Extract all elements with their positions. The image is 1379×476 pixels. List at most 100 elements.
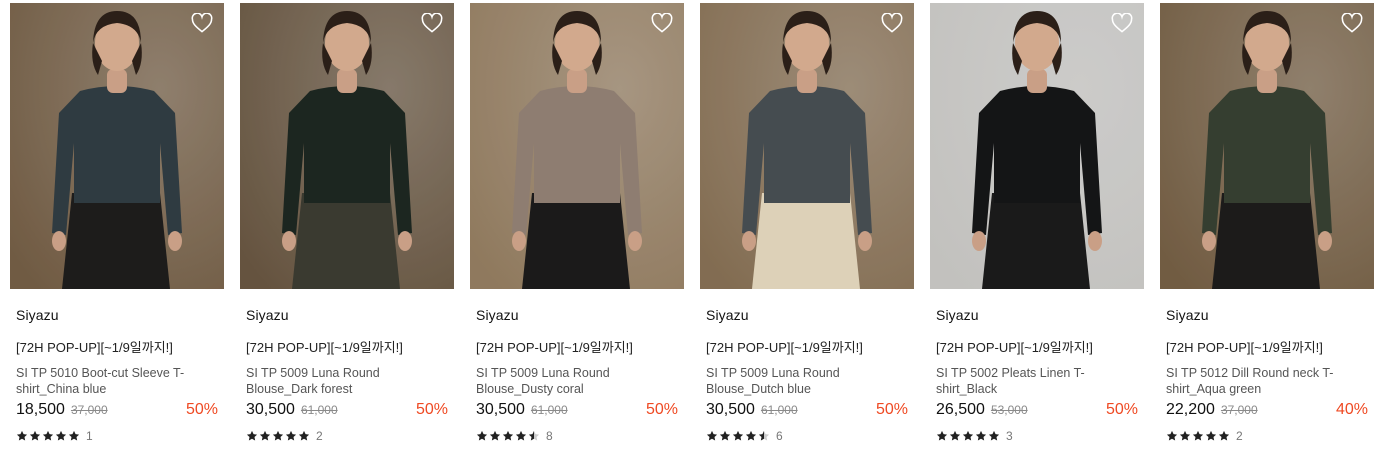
review-count: 2 xyxy=(1236,429,1243,443)
review-count: 3 xyxy=(1006,429,1013,443)
rating-row: 3 xyxy=(930,429,1144,443)
brand-name[interactable]: Siyazu xyxy=(700,307,914,323)
star-icon xyxy=(285,430,297,441)
product-card[interactable]: Siyazu [72H POP-UP][~1/9일까지!] SI TP 5010… xyxy=(10,3,224,443)
star-icon xyxy=(1218,430,1230,441)
product-card[interactable]: Siyazu [72H POP-UP][~1/9일까지!] SI TP 5012… xyxy=(1160,3,1374,443)
promo-label: [72H POP-UP][~1/9일까지!] xyxy=(936,340,1093,355)
star-icon xyxy=(706,430,718,441)
star-icon xyxy=(528,430,540,441)
star-icon xyxy=(936,430,948,441)
price-row: 30,500 61,000 50% xyxy=(470,401,684,423)
product-photo xyxy=(240,3,454,289)
product-image[interactable] xyxy=(1160,3,1374,289)
original-price: 61,000 xyxy=(530,403,568,417)
star-rating xyxy=(706,430,771,442)
star-icon xyxy=(962,430,974,441)
star-rating xyxy=(936,430,1001,442)
discount-rate: 50% xyxy=(875,401,908,418)
discount-rate: 50% xyxy=(185,401,218,418)
star-icon xyxy=(68,430,80,441)
product-card[interactable]: Siyazu [72H POP-UP][~1/9일까지!] SI TP 5009… xyxy=(700,3,914,443)
star-icon xyxy=(975,430,987,441)
heart-outline-icon[interactable] xyxy=(1341,13,1363,33)
product-card[interactable]: Siyazu [72H POP-UP][~1/9일까지!] SI TP 5009… xyxy=(470,3,684,443)
product-image[interactable] xyxy=(240,3,454,289)
star-icon xyxy=(949,430,961,441)
star-icon xyxy=(476,430,488,441)
discount-rate: 50% xyxy=(645,401,678,418)
product-name[interactable]: SI TP 5009 Luna Round Blouse_Dusty coral xyxy=(470,365,684,397)
star-rating xyxy=(476,430,541,442)
star-icon xyxy=(988,430,1000,441)
star-icon xyxy=(29,430,41,441)
promo-label: [72H POP-UP][~1/9일까지!] xyxy=(16,340,173,355)
product-name[interactable]: SI TP 5010 Boot-cut Sleeve T-shirt_China… xyxy=(10,365,224,397)
rating-row: 6 xyxy=(700,429,914,443)
promo-label: [72H POP-UP][~1/9일까지!] xyxy=(1166,340,1323,355)
star-icon xyxy=(16,430,28,441)
heart-outline-icon[interactable] xyxy=(1111,13,1133,33)
promo-label: [72H POP-UP][~1/9일까지!] xyxy=(246,340,403,355)
brand-name[interactable]: Siyazu xyxy=(240,307,454,323)
brand-name[interactable]: Siyazu xyxy=(1160,307,1374,323)
review-count: 6 xyxy=(776,429,783,443)
star-icon xyxy=(502,430,514,441)
product-photo xyxy=(1160,3,1374,289)
review-count: 8 xyxy=(546,429,553,443)
star-icon xyxy=(1205,430,1217,441)
discount-rate: 40% xyxy=(1335,401,1368,418)
brand-name[interactable]: Siyazu xyxy=(930,307,1144,323)
sale-price: 30,500 xyxy=(706,401,755,418)
product-image[interactable] xyxy=(10,3,224,289)
product-image[interactable] xyxy=(930,3,1144,289)
product-image[interactable] xyxy=(470,3,684,289)
sale-price: 26,500 xyxy=(936,401,985,418)
product-photo xyxy=(10,3,224,289)
discount-rate: 50% xyxy=(1105,401,1138,418)
star-icon xyxy=(745,430,757,441)
product-card[interactable]: Siyazu [72H POP-UP][~1/9일까지!] SI TP 5002… xyxy=(930,3,1144,443)
original-price: 37,000 xyxy=(70,403,108,417)
star-icon xyxy=(298,430,310,441)
product-name[interactable]: SI TP 5009 Luna Round Blouse_Dutch blue xyxy=(700,365,914,397)
star-icon xyxy=(732,430,744,441)
product-card[interactable]: Siyazu [72H POP-UP][~1/9일까지!] SI TP 5009… xyxy=(240,3,454,443)
brand-name[interactable]: Siyazu xyxy=(470,307,684,323)
star-icon xyxy=(1192,430,1204,441)
heart-outline-icon[interactable] xyxy=(421,13,443,33)
promo-label: [72H POP-UP][~1/9일까지!] xyxy=(476,340,633,355)
star-icon xyxy=(55,430,67,441)
star-rating xyxy=(1166,430,1231,442)
brand-name[interactable]: Siyazu xyxy=(10,307,224,323)
original-price: 61,000 xyxy=(300,403,338,417)
heart-outline-icon[interactable] xyxy=(881,13,903,33)
sale-price: 30,500 xyxy=(476,401,525,418)
star-icon xyxy=(758,430,770,441)
product-image[interactable] xyxy=(700,3,914,289)
product-grid: Siyazu [72H POP-UP][~1/9일까지!] SI TP 5010… xyxy=(0,0,1379,476)
price-row: 22,200 37,000 40% xyxy=(1160,401,1374,423)
heart-outline-icon[interactable] xyxy=(651,13,673,33)
product-name[interactable]: SI TP 5012 Dill Round neck T-shirt_Aqua … xyxy=(1160,365,1374,397)
rating-row: 2 xyxy=(240,429,454,443)
review-count: 1 xyxy=(86,429,93,443)
star-rating xyxy=(16,430,81,442)
heart-outline-icon[interactable] xyxy=(191,13,213,33)
star-icon xyxy=(1179,430,1191,441)
product-name[interactable]: SI TP 5002 Pleats Linen T-shirt_Black xyxy=(930,365,1144,397)
discount-rate: 50% xyxy=(415,401,448,418)
price-row: 30,500 61,000 50% xyxy=(240,401,454,423)
star-icon xyxy=(1166,430,1178,441)
original-price: 37,000 xyxy=(1220,403,1258,417)
star-icon xyxy=(246,430,258,441)
star-icon xyxy=(515,430,527,441)
original-price: 61,000 xyxy=(760,403,798,417)
product-photo xyxy=(470,3,684,289)
rating-row: 2 xyxy=(1160,429,1374,443)
price-row: 26,500 53,000 50% xyxy=(930,401,1144,423)
product-photo xyxy=(930,3,1144,289)
star-icon xyxy=(259,430,271,441)
product-name[interactable]: SI TP 5009 Luna Round Blouse_Dark forest xyxy=(240,365,454,397)
sale-price: 18,500 xyxy=(16,401,65,418)
